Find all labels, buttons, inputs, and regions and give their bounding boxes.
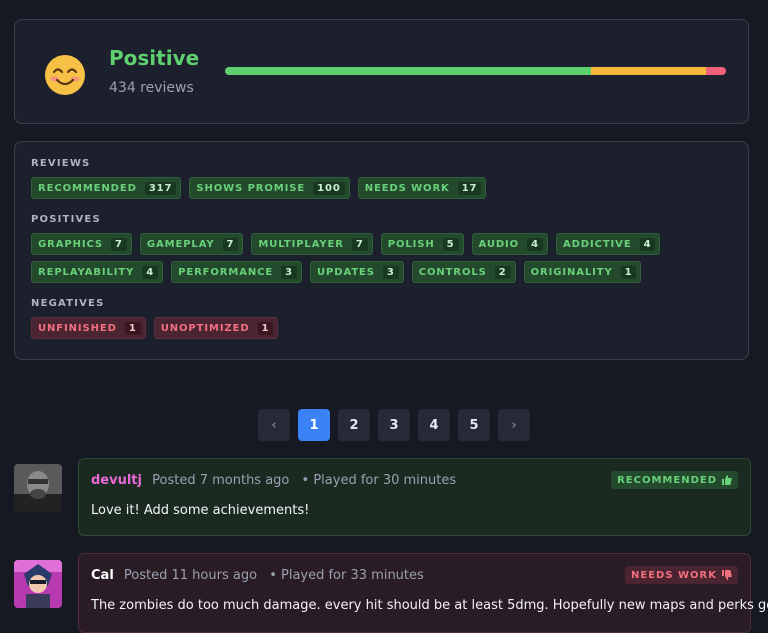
tag-count: 7 xyxy=(222,237,239,251)
review-count: 434 reviews xyxy=(109,80,194,96)
tag-label: AUDIO xyxy=(478,238,520,250)
tag-count: 2 xyxy=(494,265,511,279)
tag-replayability[interactable]: REPLAYABILITY 4 xyxy=(31,261,164,283)
thumbs-up-icon xyxy=(722,475,732,485)
review-username[interactable]: devultj xyxy=(91,473,142,488)
positives-tag-row: GRAPHICS 7 GAMEPLAY 7 MULTIPLAYER 7 POLISH 5 AUD… xyxy=(31,233,741,283)
tag-count: 7 xyxy=(111,237,127,251)
tag-label: REPLAYABILITY xyxy=(38,266,135,278)
tag-label: UNOPTIMIZED xyxy=(160,322,250,334)
next-page-button[interactable]: › xyxy=(498,409,530,441)
badge-label: RECOMMENDED xyxy=(617,474,717,486)
rating-summary-card: Positive 434 reviews xyxy=(14,19,749,124)
tag-count: 317 xyxy=(144,181,177,195)
tag-label: ORIGINALITY xyxy=(530,266,613,278)
tag-polish[interactable]: POLISH 5 xyxy=(380,233,464,255)
tag-label: UPDATES xyxy=(317,266,375,278)
tags-card: REVIEWS RECOMMENDED 317 SHOWS PROMISE 100 NE… xyxy=(14,141,749,360)
review-playtime: • Played for 33 minutes xyxy=(269,568,424,583)
tag-originality[interactable]: ORIGINALITY 1 xyxy=(523,261,642,283)
page-button-2[interactable]: 2 xyxy=(338,409,370,441)
tag-updates[interactable]: UPDATES 3 xyxy=(310,261,404,283)
tag-unfinished[interactable]: UNFINISHED 1 xyxy=(31,317,146,339)
review-posted-time: Posted 7 months ago xyxy=(152,473,290,488)
tag-count: 17 xyxy=(457,181,482,195)
tag-needs-work[interactable]: NEEDS WORK 17 xyxy=(357,177,487,199)
negatives-section-title: NEGATIVES xyxy=(31,298,105,309)
tag-controls[interactable]: CONTROLS 2 xyxy=(411,261,516,283)
review-card: Cal Posted 11 hours ago • Played for 33 … xyxy=(78,553,768,633)
badge-label: NEEDS WORK xyxy=(631,569,717,581)
avatar[interactable] xyxy=(14,464,62,512)
tag-label: SHOWS PROMISE xyxy=(196,182,306,194)
tag-label: ADDICTIVE xyxy=(562,238,632,250)
review-text: Love it! Add some achievements! xyxy=(91,503,310,518)
review-text: The zombies do too much damage. every hi… xyxy=(91,598,768,613)
tag-count: 1 xyxy=(257,321,274,335)
reviews-section-title: REVIEWS xyxy=(31,158,91,169)
tag-label: RECOMMENDED xyxy=(38,182,137,194)
review-posted-time: Posted 11 hours ago xyxy=(123,568,258,583)
sentiment-distribution-bar xyxy=(225,67,726,75)
tag-count: 7 xyxy=(351,237,368,251)
page-button-1[interactable]: 1 xyxy=(298,409,330,441)
prev-page-button[interactable]: ‹ xyxy=(258,409,290,441)
tag-count: 1 xyxy=(620,265,637,279)
thumbs-down-icon xyxy=(722,570,732,580)
tag-count: 1 xyxy=(124,321,141,335)
tag-label: MULTIPLAYER xyxy=(258,238,344,250)
tag-count: 100 xyxy=(313,181,345,195)
recommended-badge: RECOMMENDED xyxy=(611,471,738,489)
review-meta: Cal Posted 11 hours ago • Played for 33 … xyxy=(91,568,424,583)
needs-work-badge: NEEDS WORK xyxy=(625,566,738,584)
user-avatar-icon xyxy=(14,464,62,512)
avatar[interactable] xyxy=(14,560,62,608)
tag-count: 3 xyxy=(281,265,297,279)
review-meta: devultj Posted 7 months ago • Played for… xyxy=(91,473,456,488)
smiling-face-icon xyxy=(45,55,85,95)
tag-performance[interactable]: PERFORMANCE 3 xyxy=(171,261,302,283)
review-username[interactable]: Cal xyxy=(91,568,114,583)
tag-count: 4 xyxy=(639,237,656,251)
sentiment-label: Positive xyxy=(109,46,200,70)
tag-count: 4 xyxy=(527,237,543,251)
tag-label: GRAPHICS xyxy=(38,238,103,250)
tag-shows-promise[interactable]: SHOWS PROMISE 100 xyxy=(189,177,350,199)
tag-label: GAMEPLAY xyxy=(146,238,215,250)
negatives-tag-row: UNFINISHED 1 UNOPTIMIZED 1 xyxy=(31,317,741,339)
page-button-5[interactable]: 5 xyxy=(458,409,490,441)
tag-count: 4 xyxy=(142,265,159,279)
reviews-tag-row: RECOMMENDED 317 SHOWS PROMISE 100 NEEDS WORK… xyxy=(31,177,741,199)
distribution-segment-recommended xyxy=(225,67,591,75)
tag-gameplay[interactable]: GAMEPLAY 7 xyxy=(139,233,244,255)
tag-unoptimized[interactable]: UNOPTIMIZED 1 xyxy=(153,317,279,339)
tag-label: NEEDS WORK xyxy=(364,182,450,194)
page-button-3[interactable]: 3 xyxy=(378,409,410,441)
tag-label: POLISH xyxy=(387,238,435,250)
page-button-4[interactable]: 4 xyxy=(418,409,450,441)
tag-label: PERFORMANCE xyxy=(178,266,274,278)
tag-count: 5 xyxy=(442,237,459,251)
tag-recommended[interactable]: RECOMMENDED 317 xyxy=(31,177,182,199)
tag-label: UNFINISHED xyxy=(38,322,117,334)
user-avatar-icon xyxy=(14,560,62,608)
tag-audio[interactable]: AUDIO 4 xyxy=(471,233,548,255)
tag-addictive[interactable]: ADDICTIVE 4 xyxy=(555,233,661,255)
distribution-segment-shows-promise xyxy=(590,67,707,75)
tag-multiplayer[interactable]: MULTIPLAYER 7 xyxy=(251,233,373,255)
tag-graphics[interactable]: GRAPHICS 7 xyxy=(31,233,132,255)
review-card: devultj Posted 7 months ago • Played for… xyxy=(78,458,751,536)
tag-label: CONTROLS xyxy=(418,266,487,278)
tag-count: 3 xyxy=(382,265,399,279)
pagination: ‹ 1 2 3 4 5 › xyxy=(258,409,530,441)
review-playtime: • Played for 30 minutes xyxy=(301,473,457,488)
positives-section-title: POSITIVES xyxy=(31,214,101,225)
distribution-segment-needs-work xyxy=(706,67,726,75)
